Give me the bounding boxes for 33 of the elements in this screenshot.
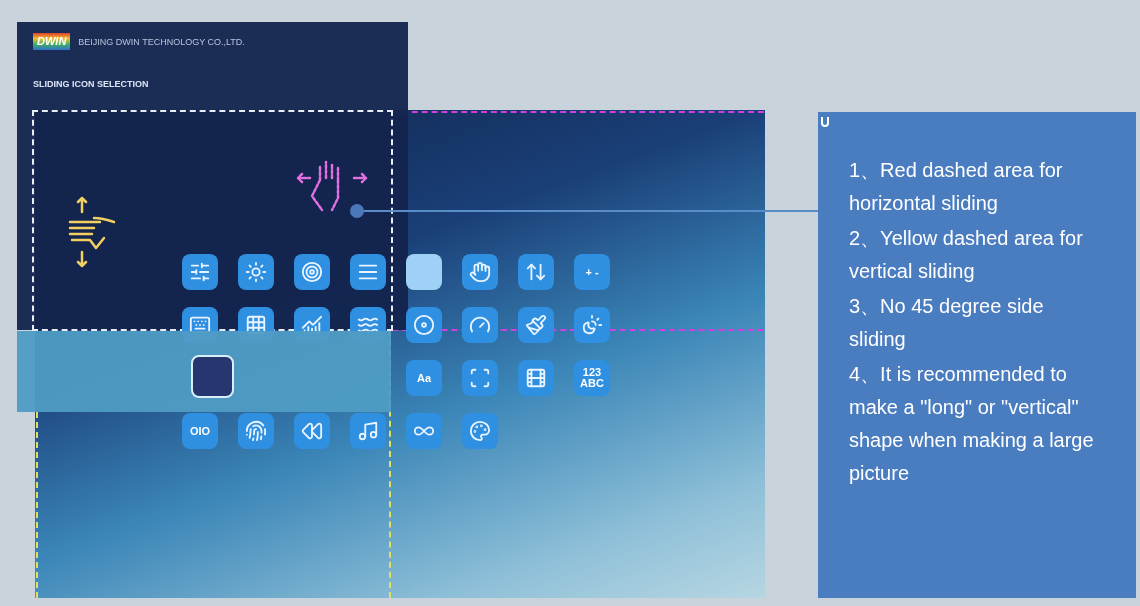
note-text: 3、No 45 degree side sliding <box>849 294 1045 352</box>
film-reel-icon <box>525 367 547 389</box>
sun-icon <box>245 261 267 283</box>
app-icon[interactable]: + - <box>574 254 610 290</box>
hand-icon <box>469 261 491 283</box>
arrows-icon <box>525 261 547 283</box>
app-icon[interactable] <box>462 254 498 290</box>
logo: DWIN <box>33 33 71 50</box>
note-text: 4、It is recommended to make a "long" or "vertical" shape when making a large picture <box>849 362 1095 486</box>
disc-icon <box>413 314 435 336</box>
brightness-icon <box>581 314 603 336</box>
note-text: 2、Yellow dashed area for vertical sliding <box>849 226 1084 284</box>
app-icon[interactable] <box>294 254 330 290</box>
frame-icon <box>469 367 491 389</box>
pin-icon <box>821 116 829 129</box>
panel-title: SLIDING ICON SELECTION <box>33 77 150 91</box>
rewind-icon <box>301 420 323 442</box>
slider-icon <box>189 261 211 283</box>
app-icon[interactable] <box>238 254 274 290</box>
app-icon[interactable]: 123 ABC <box>574 360 610 396</box>
color-swatch <box>191 355 234 398</box>
palette-icon <box>469 420 491 442</box>
company-name: BEIJING DWIN TECHNOLOGY CO.,LTD. <box>78 36 245 49</box>
app-icon[interactable]: Aa <box>406 360 442 396</box>
fingerprint-icon <box>245 420 267 442</box>
app-icon[interactable] <box>182 254 218 290</box>
brush-icon <box>525 314 547 336</box>
app-icon[interactable] <box>350 254 386 290</box>
music-note-icon <box>357 420 379 442</box>
note-text: 1、Red dashed area for horizontal sliding <box>849 158 1064 216</box>
app-icon[interactable] <box>518 254 554 290</box>
app-icon[interactable]: OIO <box>182 413 218 449</box>
target-icon <box>301 261 323 283</box>
